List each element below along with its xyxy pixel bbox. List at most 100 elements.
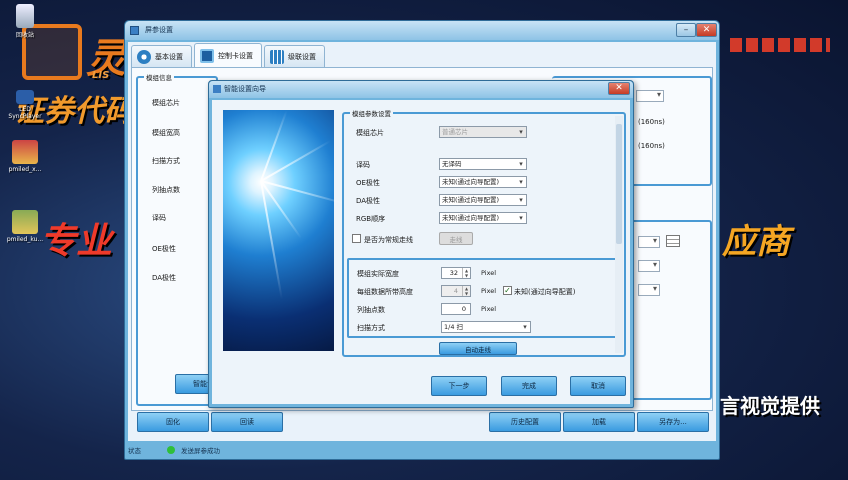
vertical-scrollbar[interactable] xyxy=(615,116,623,353)
next-button[interactable]: 下一步 xyxy=(431,376,487,396)
field-label: 扫描方式 xyxy=(152,157,180,165)
background-dropdown[interactable] xyxy=(638,284,660,296)
finish-button[interactable]: 完成 xyxy=(501,376,557,396)
field-label: DA极性 xyxy=(152,274,177,282)
archive-icon xyxy=(12,210,38,234)
width-unit: Pixel xyxy=(481,269,497,277)
solidify-button[interactable]: 固化 xyxy=(137,412,209,432)
desktop-icon-pmiled-ku[interactable]: pmiled_ku... xyxy=(3,210,47,243)
cols-value: 0 xyxy=(461,305,466,313)
scan-label: 扫描方式 xyxy=(357,324,385,332)
da-polarity-value: 未知(通过向导配置) xyxy=(442,196,500,204)
oe-polarity-label: OE极性 xyxy=(356,179,380,187)
chip-value: 普通芯片 xyxy=(442,128,468,136)
field-label: OE极性 xyxy=(152,245,176,253)
height-unknown-checkbox[interactable]: ✓ xyxy=(503,286,512,295)
oe-polarity-dropdown[interactable]: 未知(通过向导配置) ▾ xyxy=(439,176,527,188)
dialog-titlebar[interactable]: 智能设置向导 ✕ xyxy=(209,81,633,98)
background-dropdown[interactable] xyxy=(638,236,660,248)
scrollbar-thumb[interactable] xyxy=(616,124,622,244)
rgb-order-value: 未知(通过向导配置) xyxy=(442,214,500,222)
pro-text: 专业 xyxy=(40,221,113,262)
oe-polarity-value: 未知(通过向导配置) xyxy=(442,178,500,186)
minimize-button[interactable]: – xyxy=(676,23,696,37)
status-ok-icon xyxy=(167,446,175,454)
cols-input[interactable]: 0 xyxy=(441,303,471,315)
supplier-text: 应商 xyxy=(722,222,790,262)
syncplayer-icon xyxy=(16,90,34,104)
brand-sub: LIS xyxy=(92,70,110,81)
desktop-icon-pmiled-x[interactable]: pmiled_x... xyxy=(3,140,47,173)
width-stepper[interactable]: 32 ▲ ▼ xyxy=(441,267,471,279)
partial-value: (160ns) xyxy=(638,118,665,126)
archive-icon xyxy=(12,140,38,164)
red-stripe xyxy=(730,38,830,52)
trace-button[interactable]: 走线 xyxy=(439,232,473,245)
tab-control-card-settings[interactable]: 控制卡设置 xyxy=(194,43,262,67)
desktop-icon-recycle-bin[interactable]: 回收站 xyxy=(3,4,47,39)
tab-cascade-settings[interactable]: 级联设置 xyxy=(264,45,325,67)
auto-trace-button[interactable]: 自动走线 xyxy=(439,342,517,355)
status-label: 状态 xyxy=(128,447,141,455)
wizard-banner-image xyxy=(223,110,349,351)
height-value: 4 xyxy=(453,287,458,295)
height-unit: Pixel xyxy=(481,287,497,295)
partial-value: (160ns) xyxy=(638,142,665,150)
desktop-icon-label: LED SyncPlayer xyxy=(8,106,42,120)
dialog-body: 模组参数设置 模组芯片 普通芯片 ▾ 译码 无译码 ▾ OE极性 未知(通过向导… xyxy=(212,100,630,404)
desktop-icon-syncplayer[interactable]: LED SyncPlayer xyxy=(3,90,47,120)
grid-icon xyxy=(270,49,284,64)
tab-basic-settings[interactable]: 基本设置 xyxy=(131,45,192,67)
save-as-button[interactable]: 另存为... xyxy=(637,412,709,432)
table-icon[interactable] xyxy=(666,235,680,247)
module-info-group: 模组信息 模组芯片 模组宽高 扫描方式 列抽点数 译码 OE极性 DA极性 智能… xyxy=(136,72,219,406)
group-title: 模组信息 xyxy=(144,72,174,82)
gear-icon xyxy=(137,49,151,64)
cols-unit: Pixel xyxy=(481,305,497,313)
chevron-down-icon: ▾ xyxy=(523,323,527,331)
decode-dropdown[interactable]: 无译码 ▾ xyxy=(439,158,527,170)
tab-label: 级联设置 xyxy=(288,52,316,61)
app-icon xyxy=(213,85,221,93)
chevron-down-icon: ▾ xyxy=(519,214,523,222)
cols-label: 列抽点数 xyxy=(357,306,385,314)
status-text: 发送屏参成功 xyxy=(181,447,220,455)
rgb-order-dropdown[interactable]: 未知(通过向导配置) ▾ xyxy=(439,212,527,224)
chip-dropdown[interactable]: 普通芯片 ▾ xyxy=(439,126,527,138)
recycle-bin-icon xyxy=(16,4,34,28)
smart-setup-wizard-dialog: 智能设置向导 ✕ 模组参数设置 模组芯片 普通芯片 ▾ 译码 无译码 ▾ OE极… xyxy=(208,80,634,408)
background-dropdown[interactable] xyxy=(638,260,660,272)
decode-label: 译码 xyxy=(356,161,370,169)
load-button[interactable]: 加载 xyxy=(563,412,635,432)
history-config-button[interactable]: 历史配置 xyxy=(489,412,561,432)
width-value: 32 xyxy=(449,269,458,277)
dialog-close-button[interactable]: ✕ xyxy=(608,82,630,95)
field-label: 模组芯片 xyxy=(152,99,180,107)
provider-text: 言视觉提供 xyxy=(720,394,820,418)
tab-label: 基本设置 xyxy=(155,52,183,61)
chevron-down-icon: ▾ xyxy=(519,128,523,136)
close-button[interactable]: ✕ xyxy=(696,23,717,37)
cancel-button[interactable]: 取消 xyxy=(570,376,626,396)
chip-label: 模组芯片 xyxy=(356,129,384,137)
width-label: 模组实际宽度 xyxy=(357,270,399,278)
rgb-order-label: RGB顺序 xyxy=(356,215,386,223)
da-polarity-dropdown[interactable]: 未知(通过向导配置) ▾ xyxy=(439,194,527,206)
height-stepper[interactable]: 4 ▲ ▼ xyxy=(441,285,471,297)
module-size-group: 模组实际宽度 32 ▲ ▼ Pixel 每组数据所带高度 4 ▲ ▼ Pixel ✓… xyxy=(347,258,623,338)
height-label: 每组数据所带高度 xyxy=(357,288,413,296)
desktop-icon-label: 回收站 xyxy=(15,32,34,39)
height-unknown-label: 未知(通过向导配置) xyxy=(514,288,576,296)
group-title: 模组参数设置 xyxy=(350,108,393,118)
readback-button[interactable]: 回读 xyxy=(211,412,283,432)
regular-trace-checkbox[interactable] xyxy=(352,234,361,243)
scan-dropdown[interactable]: 1/4 扫 ▾ xyxy=(441,321,531,333)
background-dropdown[interactable] xyxy=(636,90,664,102)
dialog-title: 智能设置向导 xyxy=(224,85,266,93)
window-title: 屏参设置 xyxy=(145,26,173,34)
field-label: 译码 xyxy=(152,214,166,222)
decode-value: 无译码 xyxy=(442,160,462,168)
field-label: 模组宽高 xyxy=(152,129,180,137)
window-titlebar[interactable]: 屏参设置 – ✕ xyxy=(125,21,719,40)
tab-bar: 基本设置 控制卡设置 级联设置 xyxy=(131,43,325,67)
